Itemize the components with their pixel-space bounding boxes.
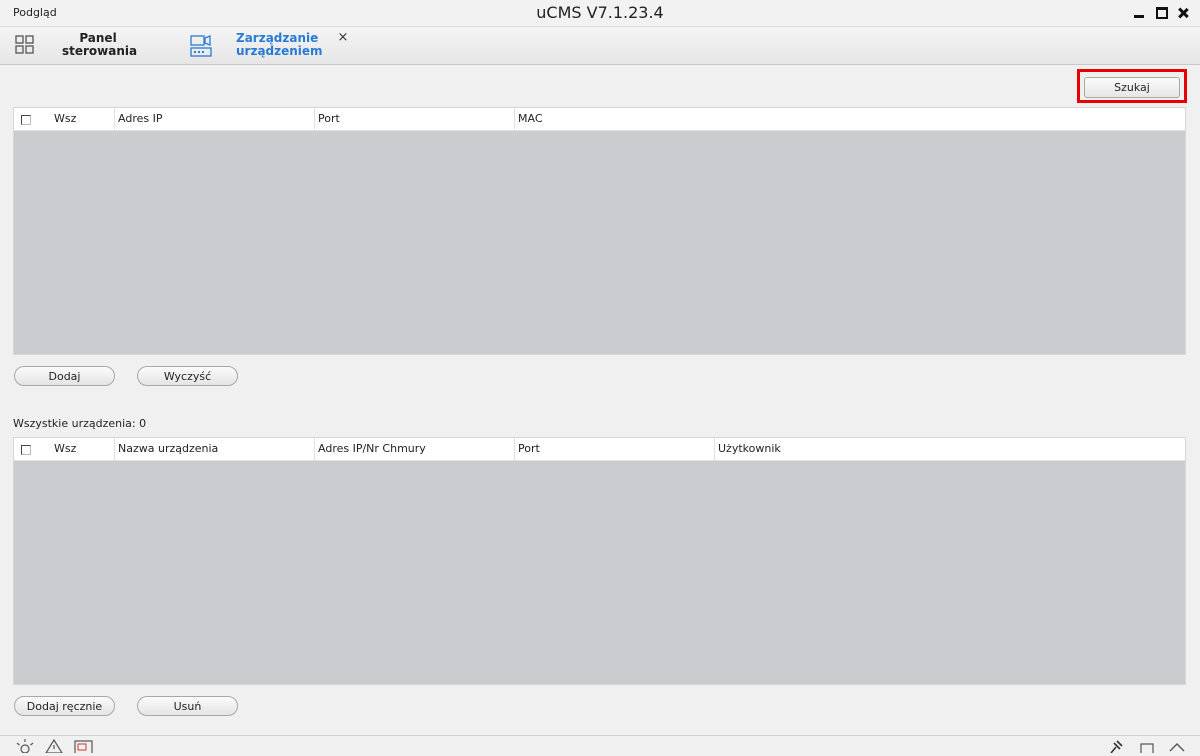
close-window-button[interactable] [1172, 5, 1194, 21]
tab-label: Panel sterowania [62, 31, 138, 58]
tab-label: Zarządzanie urządzeniem [236, 31, 323, 58]
window-icon[interactable] [1139, 739, 1155, 756]
device-management-icon [190, 35, 212, 60]
search-results-table: Wsz Adres IP Port MAC [13, 107, 1186, 355]
table-header: Wsz Nazwa urządzenia Adres IP/Nr Chmury … [14, 438, 1185, 461]
column-header-mac: MAC [514, 108, 1185, 130]
add-button[interactable]: Dodaj [14, 366, 115, 386]
collapse-icon[interactable] [1168, 739, 1186, 756]
minimize-button[interactable] [1128, 5, 1150, 21]
column-header-ip-cloud: Adres IP/Nr Chmury [314, 438, 514, 460]
grid-icon [15, 35, 35, 58]
table-body [14, 461, 1185, 684]
window-title: uCMS V7.1.23.4 [536, 3, 664, 22]
clear-button[interactable]: Wyczyść [137, 366, 238, 386]
devices-count-label: Wszystkie urządzenia: 0 [13, 417, 147, 430]
column-header-port: Port [314, 108, 514, 130]
remove-button[interactable]: Usuń [137, 696, 238, 716]
close-tab-icon[interactable]: × [337, 31, 349, 44]
column-header-all: Wsz [54, 442, 77, 455]
select-all-cell [14, 438, 50, 460]
table-body [14, 131, 1185, 354]
select-all-cell [14, 108, 50, 130]
pin-icon[interactable] [1108, 739, 1124, 756]
tab-bar: Panel sterowania Zarządzanie urządzeniem [0, 27, 1200, 65]
alarm-icon[interactable] [44, 738, 64, 756]
image-icon[interactable] [74, 739, 94, 756]
column-header-device-name: Nazwa urządzenia [114, 438, 314, 460]
column-header-port: Port [514, 438, 714, 460]
column-header-ip: Adres IP [114, 108, 314, 130]
add-manually-button[interactable]: Dodaj ręcznie [14, 696, 115, 716]
select-all-checkbox[interactable] [21, 115, 31, 125]
maximize-button[interactable] [1150, 5, 1172, 21]
tab-device-management[interactable]: Zarządzanie urządzeniem [180, 27, 360, 64]
column-header-all: Wsz [54, 112, 77, 125]
devices-table: Wsz Nazwa urządzenia Adres IP/Nr Chmury … [13, 437, 1186, 685]
select-all-checkbox[interactable] [21, 445, 31, 455]
status-bar [0, 735, 1200, 755]
column-header-user: Użytkownik [714, 438, 1185, 460]
window-left-title: Podgląd [13, 6, 57, 19]
brightness-icon[interactable] [15, 739, 35, 756]
table-header: Wsz Adres IP Port MAC [14, 108, 1185, 131]
title-bar: Podgląd uCMS V7.1.23.4 [0, 0, 1200, 27]
tab-control-panel[interactable]: Panel sterowania [0, 27, 170, 64]
search-button[interactable]: Szukaj [1084, 77, 1180, 98]
window-controls [1128, 5, 1194, 21]
